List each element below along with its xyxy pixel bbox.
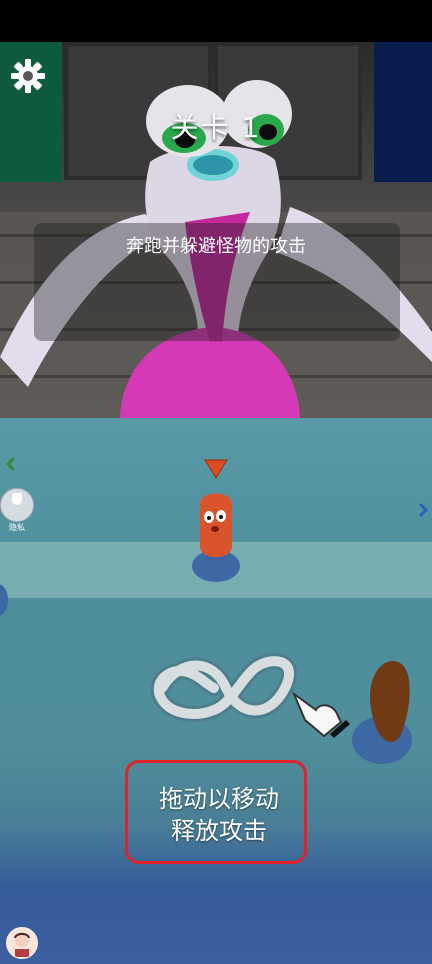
game-screen: 关卡 1 奔跑并躲避怪物的攻击 隐私 拖动以移动 释放攻击 [0, 0, 432, 964]
play-field-graphics [0, 456, 429, 764]
chevron-left-icon[interactable] [5, 456, 16, 472]
privacy-label: 隐私 [9, 523, 25, 532]
settings-button[interactable] [10, 58, 46, 94]
monster-scene [0, 42, 432, 418]
objective-text: 奔跑并躲避怪物的攻击 [126, 236, 306, 257]
triangle-down-icon [204, 459, 228, 479]
gear-icon [11, 59, 45, 93]
instruction-line-drag: 拖动以移动 [159, 785, 279, 813]
status-bar [0, 0, 432, 42]
hand-pointer-icon [291, 691, 350, 738]
shield-icon [12, 493, 22, 505]
privacy-badge[interactable]: 隐私 [0, 488, 34, 532]
user-avatar-icon[interactable] [6, 927, 38, 959]
instruction-line-attack: 释放攻击 [171, 817, 267, 845]
tutorial-instructions: 拖动以移动 释放攻击 [125, 760, 307, 864]
level-title: 关卡 1 [170, 111, 262, 144]
player-mouth [211, 526, 219, 532]
chevron-right-icon[interactable] [418, 502, 429, 518]
player-sausage[interactable] [200, 493, 232, 558]
play-field[interactable]: 隐私 [0, 418, 432, 964]
offscreen-shadow [0, 584, 8, 616]
